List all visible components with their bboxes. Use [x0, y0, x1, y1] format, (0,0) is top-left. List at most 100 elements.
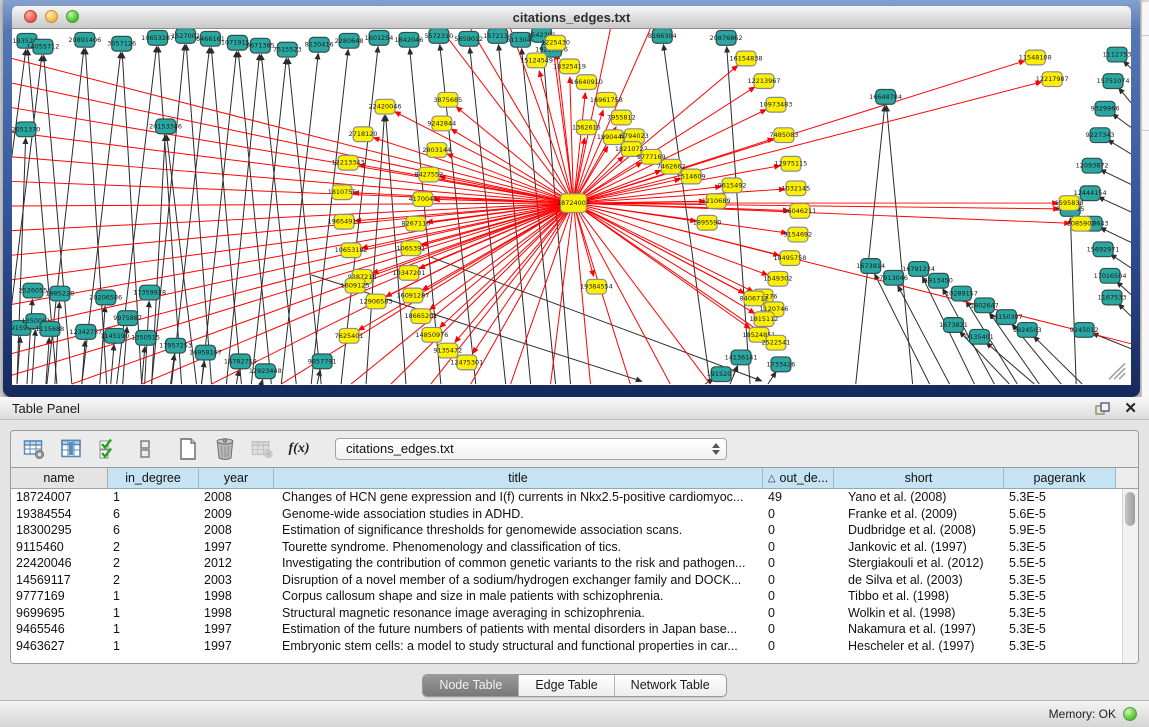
vertical-scrollbar[interactable] [1122, 489, 1138, 663]
window-titlebar[interactable]: citations_edges.txt [12, 6, 1131, 29]
table-cell[interactable]: 0 [763, 507, 834, 521]
float-panel-icon[interactable] [1095, 402, 1110, 415]
column-header-outde[interactable]: △out_de... [763, 468, 834, 488]
table-cell[interactable]: 2009 [199, 507, 274, 521]
table-cell[interactable]: 19384554 [11, 507, 108, 521]
table-cell[interactable]: Franke et al. (2009) [834, 507, 1004, 521]
table-cell[interactable]: 2 [108, 573, 199, 587]
close-panel-icon[interactable]: ✕ [1124, 401, 1137, 416]
table-cell[interactable]: 1 [108, 589, 199, 603]
table-cell[interactable]: 5.3E-5 [1004, 540, 1116, 554]
table-cell[interactable]: 1 [108, 622, 199, 636]
table-cell[interactable]: 1 [108, 639, 199, 653]
delete-column-icon[interactable] [214, 438, 236, 460]
table-cell[interactable]: 1 [108, 606, 199, 620]
table-cell[interactable]: Corpus callosum shape and size in male p… [274, 589, 763, 603]
table-row[interactable]: 1938455462009Genome-wide association stu… [11, 506, 1138, 523]
table-cell[interactable]: Tibbo et al. (1998) [834, 589, 1004, 603]
resize-grip[interactable] [1109, 363, 1125, 379]
table-cell[interactable]: 5.3E-5 [1004, 606, 1116, 620]
table-cell[interactable]: 9699695 [11, 606, 108, 620]
network-canvas[interactable]: 1935214140557122089140630571261065328715… [12, 29, 1131, 385]
table-cell[interactable]: 2 [108, 540, 199, 554]
table-cell[interactable]: 2008 [199, 490, 274, 504]
column-header-name[interactable]: name [11, 468, 108, 488]
table-cell[interactable]: 0 [763, 523, 834, 537]
table-cell[interactable]: 49 [763, 490, 834, 504]
table-cell[interactable]: 1997 [199, 622, 274, 636]
table-cell[interactable]: 5.3E-5 [1004, 589, 1116, 603]
table-cell[interactable]: 1998 [199, 589, 274, 603]
tab-node-table[interactable]: Node Table [423, 675, 518, 696]
table-cell[interactable]: Embryonic stem cells: a model to study s… [274, 639, 763, 653]
new-column-icon[interactable] [177, 438, 199, 460]
table-cell[interactable]: 2 [108, 556, 199, 570]
table-cell[interactable]: 0 [763, 589, 834, 603]
table-cell[interactable]: 0 [763, 622, 834, 636]
table-cell[interactable]: 9777169 [11, 589, 108, 603]
table-cell[interactable]: 1997 [199, 639, 274, 653]
table-cell[interactable]: Dudbridge et al. (2008) [834, 523, 1004, 537]
table-cell[interactable]: 6 [108, 507, 199, 521]
scrollbar-thumb[interactable] [1125, 492, 1135, 526]
minimize-window-icon[interactable] [45, 10, 58, 23]
table-cell[interactable]: 2012 [199, 556, 274, 570]
table-cell[interactable]: 18300295 [11, 523, 108, 537]
table-row[interactable]: 911546021997Tourette syndrome. Phenomeno… [11, 539, 1138, 556]
table-cell[interactable]: 9115460 [11, 540, 108, 554]
table-cell[interactable]: Investigating the contribution of common… [274, 556, 763, 570]
tab-edge-table[interactable]: Edge Table [518, 675, 613, 696]
table-cell[interactable]: 2003 [199, 573, 274, 587]
select-columns-icon[interactable] [97, 438, 119, 460]
table-cell[interactable]: Jankovic et al. (1997) [834, 540, 1004, 554]
table-cell[interactable]: 0 [763, 606, 834, 620]
table-cell[interactable]: Hescheler et al. (1997) [834, 639, 1004, 653]
zoom-window-icon[interactable] [66, 10, 79, 23]
table-cell[interactable]: 22420046 [11, 556, 108, 570]
table-cell[interactable]: Structural magnetic resonance image aver… [274, 606, 763, 620]
table-cell[interactable]: 5.5E-5 [1004, 556, 1116, 570]
table-cell[interactable]: 1997 [199, 540, 274, 554]
table-cell[interactable]: 5.3E-5 [1004, 622, 1116, 636]
column-header-year[interactable]: year [199, 468, 274, 488]
table-cell[interactable]: Genome-wide association studies in ADHD. [274, 507, 763, 521]
table-cell[interactable]: Estimation of the future numbers of pati… [274, 622, 763, 636]
table-row[interactable]: 2242004622012Investigating the contribut… [11, 555, 1138, 572]
table-cell[interactable]: 2008 [199, 523, 274, 537]
table-cell[interactable]: 9463627 [11, 639, 108, 653]
table-selector-dropdown[interactable]: citations_edges.txt [335, 438, 727, 460]
table-row[interactable]: 977716911998Corpus callosum shape and si… [11, 588, 1138, 605]
table-cell[interactable]: 0 [763, 573, 834, 587]
close-window-icon[interactable] [24, 10, 37, 23]
table-cell[interactable]: Stergiakouli et al. (2012) [834, 556, 1004, 570]
tab-network-table[interactable]: Network Table [614, 675, 726, 696]
table-cell[interactable]: Yano et al. (2008) [834, 490, 1004, 504]
function-builder-icon[interactable]: f(x) [288, 438, 310, 460]
table-cell[interactable]: Changes of HCN gene expression and I(f) … [274, 490, 763, 504]
table-row[interactable]: 946554611997Estimation of the future num… [11, 621, 1138, 638]
table-cell[interactable]: Estimation of significance thresholds fo… [274, 523, 763, 537]
table-row[interactable]: 1830029562008Estimation of significance … [11, 522, 1138, 539]
table-cell[interactable]: 0 [763, 540, 834, 554]
table-cell[interactable]: Nakamura et al. (1997) [834, 622, 1004, 636]
table-cell[interactable]: 1998 [199, 606, 274, 620]
column-header-indegree[interactable]: in_degree [108, 468, 199, 488]
table-cell[interactable]: 0 [763, 556, 834, 570]
table-row[interactable]: 1456911722003Disruption of a novel membe… [11, 572, 1138, 589]
table-cell[interactable]: Wolkin et al. (1998) [834, 606, 1004, 620]
table-cell[interactable]: 5.3E-5 [1004, 639, 1116, 653]
table-cell[interactable]: 5.3E-5 [1004, 490, 1116, 504]
column-header-pagerank[interactable]: pagerank [1004, 468, 1116, 488]
table-cell[interactable]: 5.3E-5 [1004, 573, 1116, 587]
network-graph[interactable]: 1935214140557122089140630571261065328715… [12, 29, 1131, 385]
table-cell[interactable]: 5.6E-5 [1004, 507, 1116, 521]
table-cell[interactable]: 5.9E-5 [1004, 523, 1116, 537]
table-cell[interactable]: Tourette syndrome. Phenomenology and cla… [274, 540, 763, 554]
table-row[interactable]: 969969511998Structural magnetic resonanc… [11, 605, 1138, 622]
table-cell[interactable]: 18724007 [11, 490, 108, 504]
table-cell[interactable]: 0 [763, 639, 834, 653]
table-row[interactable]: 1872400712008Changes of HCN gene express… [11, 489, 1138, 506]
table-cell[interactable]: 6 [108, 523, 199, 537]
table-cell[interactable]: 14569117 [11, 573, 108, 587]
row-height-icon[interactable] [134, 438, 156, 460]
